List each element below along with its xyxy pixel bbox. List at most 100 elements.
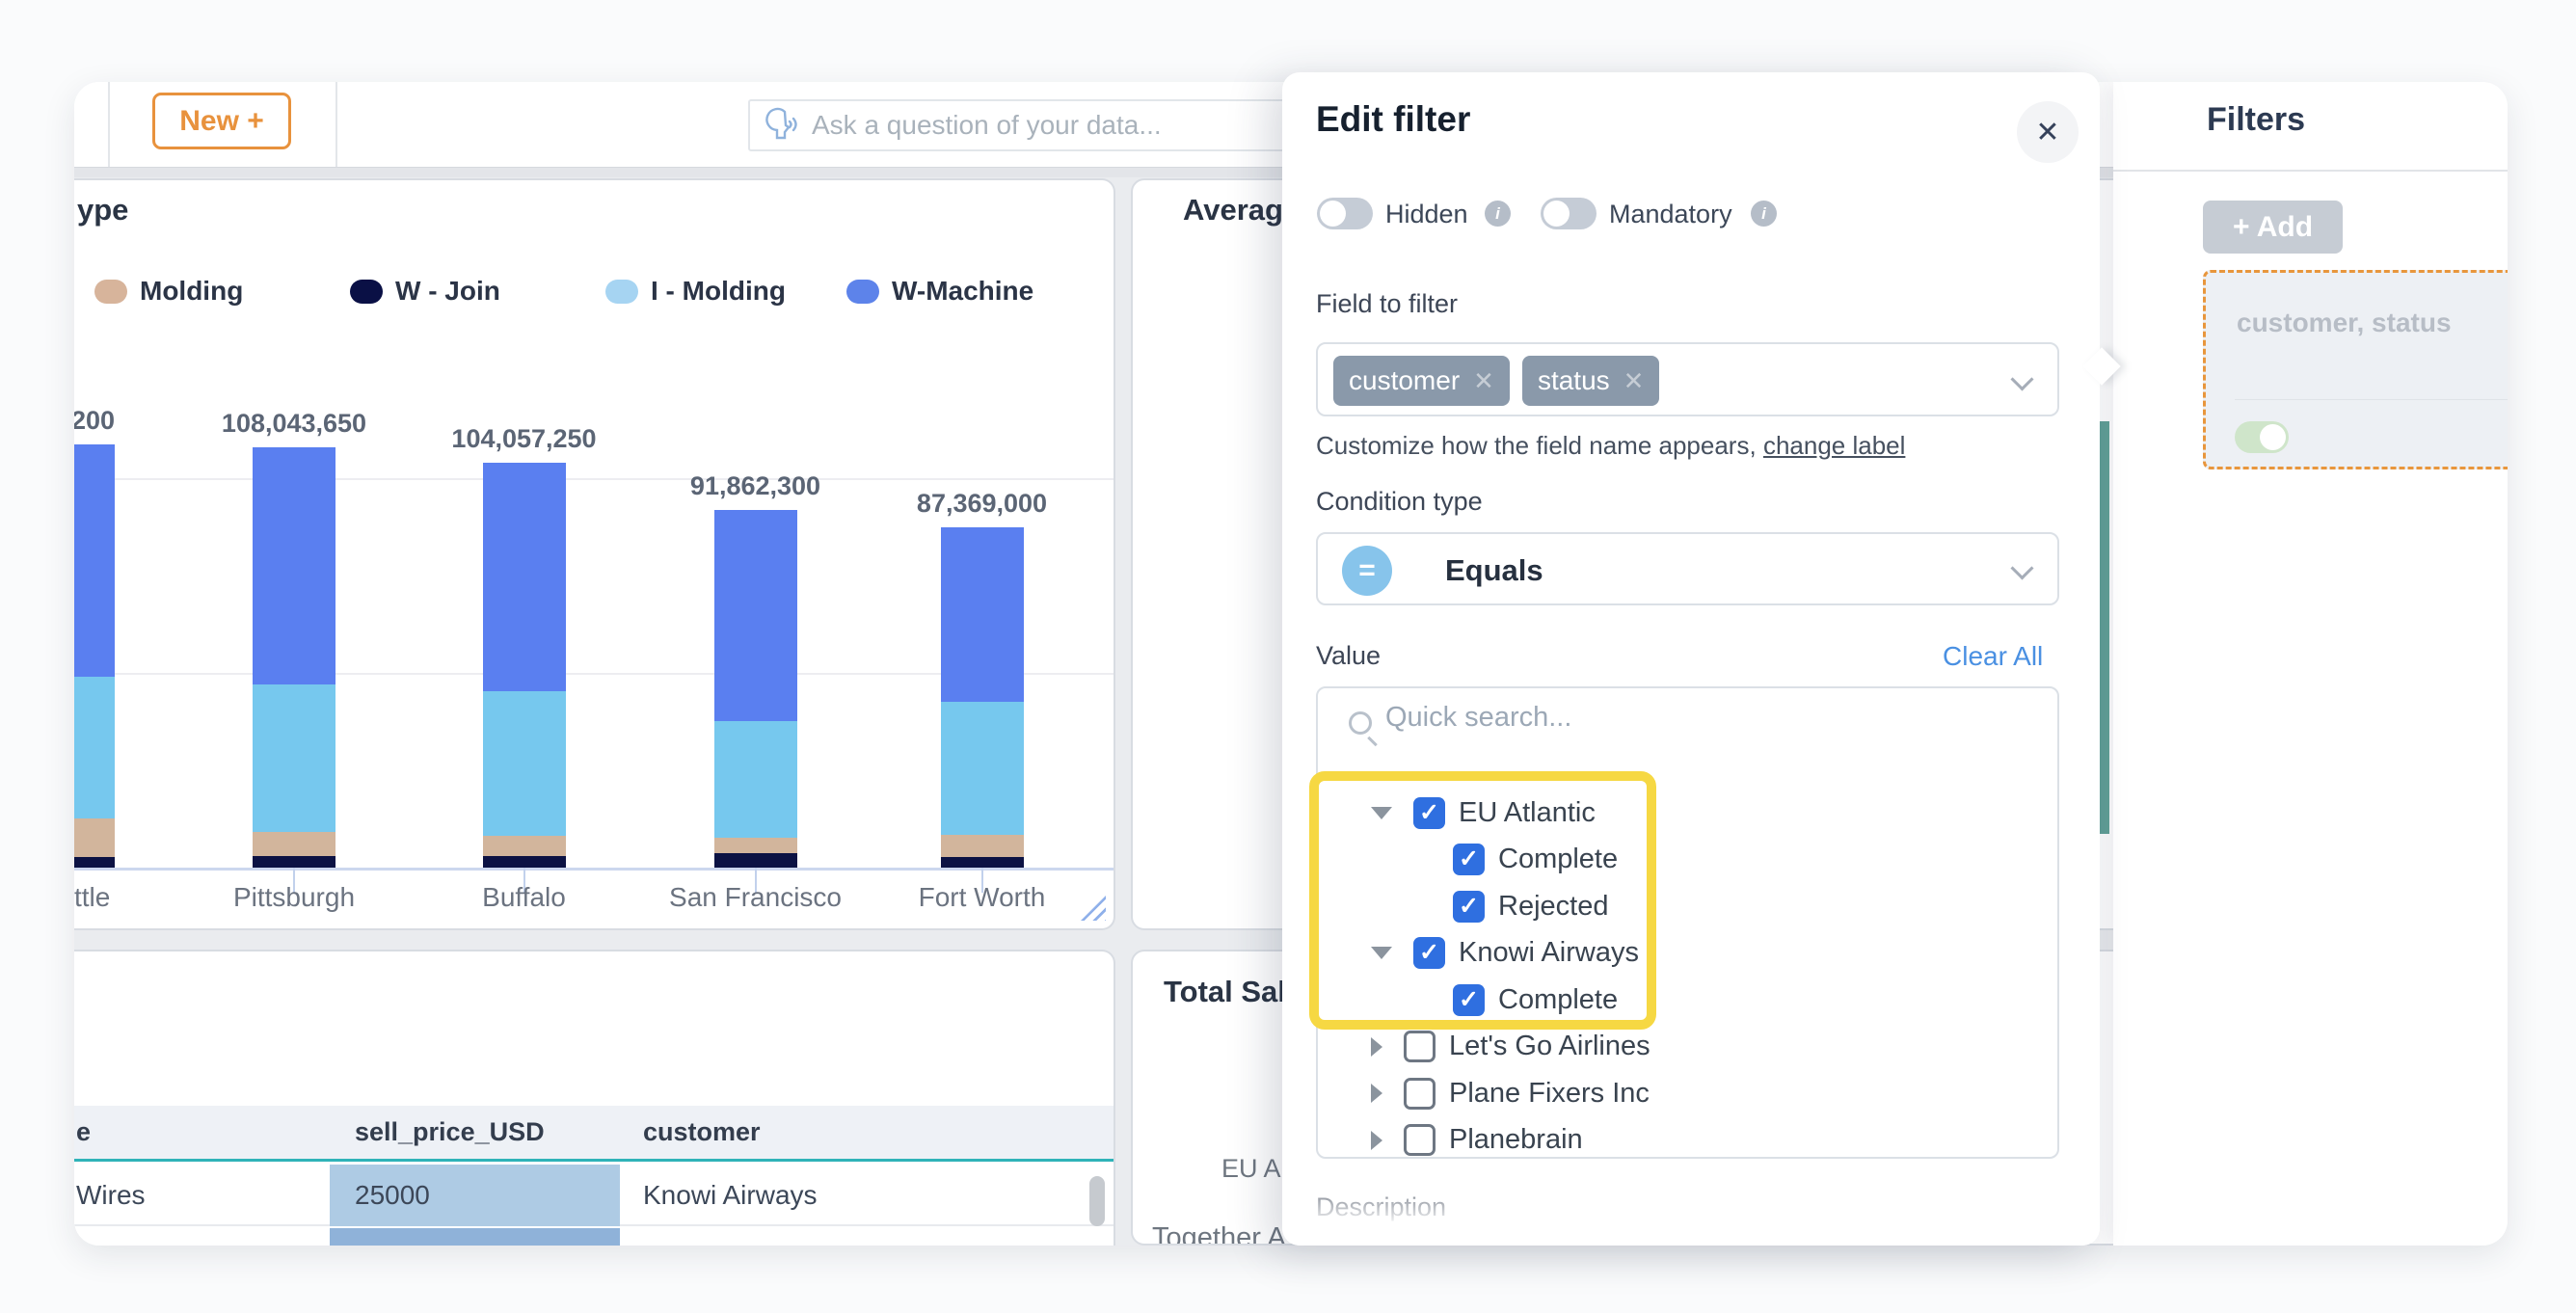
x-axis-label: Fort Worth	[876, 882, 1088, 913]
quick-search-input[interactable]	[1385, 702, 1964, 734]
hidden-toggle[interactable]	[1317, 198, 1373, 229]
checkbox[interactable]: ✓	[1413, 797, 1445, 829]
table-row-partial[interactable]	[74, 1228, 1114, 1246]
info-icon[interactable]: i	[1751, 201, 1777, 227]
filter-card-divider	[2235, 399, 2508, 400]
checkbox[interactable]: ✓	[1453, 844, 1485, 875]
value-tree-row[interactable]: ✓Complete	[1453, 978, 1618, 1021]
axis-label-partial: Together A	[1152, 1222, 1286, 1246]
bar-segment[interactable]	[253, 856, 335, 868]
value-tree-row[interactable]: Planebrain	[1371, 1119, 1583, 1162]
checkbox[interactable]	[1404, 1031, 1436, 1062]
bar-segment[interactable]	[253, 447, 335, 685]
ask-data-search[interactable]	[748, 99, 1288, 151]
table-card: e sell_price_USD customer Wires 25000 Kn…	[74, 950, 1115, 1246]
bar-segment[interactable]	[941, 527, 1024, 702]
axis-label-partial: EU A	[1221, 1154, 1281, 1184]
checkbox[interactable]: ✓	[1453, 891, 1485, 923]
table-scrollbar[interactable]	[1089, 1176, 1105, 1226]
topbar-divider	[108, 82, 110, 167]
edit-filter-panel: Edit filter ✕ Hidden i Mandatory i Field…	[1282, 72, 2100, 1246]
field-chip-label: status	[1538, 365, 1610, 396]
bar-segment[interactable]	[253, 684, 335, 832]
table-header-cell[interactable]: customer	[620, 1117, 1114, 1147]
field-to-filter-select[interactable]: customer✕ status ✕	[1316, 342, 2059, 416]
tree-item-label: Complete	[1498, 844, 1618, 875]
expand-caret-icon[interactable]	[1371, 1131, 1382, 1150]
chevron-down-icon	[2010, 367, 2033, 390]
bar-value-label: 2,200	[74, 406, 115, 436]
bar-segment[interactable]	[483, 691, 566, 836]
bar-value-label: 104,057,250	[418, 424, 631, 454]
mandatory-toggle[interactable]	[1541, 198, 1597, 229]
new-button[interactable]: New +	[152, 93, 291, 149]
bar-value-label: 91,862,300	[650, 471, 862, 501]
tree-item-label: Let's Go Airlines	[1449, 1031, 1650, 1062]
collapse-caret-icon[interactable]	[1371, 947, 1392, 959]
remove-chip-icon[interactable]: ✕	[1473, 366, 1494, 396]
bar-segment[interactable]	[74, 444, 115, 676]
filters-panel: Filters + Add customer, status	[2113, 82, 2508, 1246]
bar-segment[interactable]	[483, 836, 566, 856]
x-axis-label: ttle	[74, 882, 190, 913]
filters-title: Filters	[2207, 101, 2305, 139]
change-label-link[interactable]: change label	[1763, 431, 1905, 460]
clear-all-link[interactable]: Clear All	[1943, 641, 2043, 672]
tree-item-label: Planebrain	[1449, 1124, 1583, 1156]
checkbox[interactable]	[1404, 1078, 1436, 1110]
condition-value: Equals	[1445, 553, 1543, 588]
table-header-cell[interactable]: sell_price_USD	[330, 1117, 620, 1147]
value-tree-row[interactable]: ✓EU Atlantic	[1371, 791, 1596, 834]
bar-segment[interactable]	[714, 721, 797, 839]
field-chip[interactable]: customer✕	[1333, 356, 1510, 406]
table-header-cell[interactable]: e	[74, 1117, 330, 1147]
bar-segment[interactable]	[253, 832, 335, 856]
bar-value-label: 108,043,650	[188, 409, 400, 439]
bar-segment[interactable]	[714, 510, 797, 721]
value-tree-row[interactable]: ✓Rejected	[1453, 885, 1608, 927]
x-axis-label: San Francisco	[650, 882, 862, 913]
remove-chip-icon[interactable]: ✕	[1623, 366, 1645, 396]
description-label: Description	[1316, 1192, 1446, 1222]
chart-plot-area: 2,200 108,043,650 104,057,250 91,862,300 87,…	[74, 180, 1114, 928]
value-tree-row[interactable]: Plane Fixers Inc	[1371, 1072, 1650, 1114]
condition-type-select[interactable]: = Equals	[1316, 532, 2059, 605]
customize-text: Customize how the field name appears,	[1316, 431, 1757, 460]
bar-segment[interactable]	[941, 702, 1024, 835]
checkbox[interactable]	[1404, 1124, 1436, 1156]
customize-hint: Customize how the field name appears, ch…	[1316, 431, 1905, 461]
bar-value-label: 87,369,000	[876, 489, 1088, 519]
collapse-caret-icon[interactable]	[1371, 807, 1392, 819]
bar-segment[interactable]	[74, 677, 115, 818]
value-tree-row[interactable]: ✓Knowi Airways	[1371, 932, 1639, 975]
voice-search-icon	[764, 106, 802, 145]
description-input[interactable]	[1316, 1234, 2059, 1246]
bar-segment[interactable]	[74, 857, 115, 868]
value-tree-row[interactable]: ✓ Complete	[1453, 839, 1618, 881]
table-cell-highlighted	[330, 1228, 620, 1246]
bar-segment[interactable]	[483, 463, 566, 691]
add-filter-button[interactable]: + Add	[2203, 201, 2343, 254]
field-chip[interactable]: status ✕	[1522, 356, 1660, 406]
filter-enabled-toggle[interactable]	[2235, 421, 2289, 453]
bar-segment[interactable]	[941, 857, 1024, 868]
bar-segment[interactable]	[714, 838, 797, 853]
bar-segment[interactable]	[483, 856, 566, 868]
x-axis-label: Pittsburgh	[188, 882, 400, 913]
close-icon[interactable]: ✕	[2017, 101, 2079, 163]
search-input[interactable]	[812, 110, 1286, 141]
checkbox[interactable]: ✓	[1453, 984, 1485, 1016]
filter-field-card[interactable]: customer, status	[2203, 270, 2508, 469]
bar-segment[interactable]	[74, 818, 115, 857]
table-row[interactable]: Wires 25000 Knowi Airways	[74, 1165, 1114, 1226]
expand-caret-icon[interactable]	[1371, 1084, 1382, 1103]
checkbox[interactable]: ✓	[1413, 937, 1445, 969]
expand-caret-icon[interactable]	[1371, 1037, 1382, 1057]
info-icon[interactable]: i	[1485, 201, 1511, 227]
equals-icon: =	[1342, 546, 1392, 596]
value-tree-row[interactable]: Let's Go Airlines	[1371, 1026, 1650, 1068]
condition-type-label: Condition type	[1316, 487, 1483, 517]
bar-segment[interactable]	[714, 853, 797, 868]
bar-segment[interactable]	[941, 835, 1024, 856]
field-chips: customer✕ status ✕	[1333, 356, 1672, 406]
